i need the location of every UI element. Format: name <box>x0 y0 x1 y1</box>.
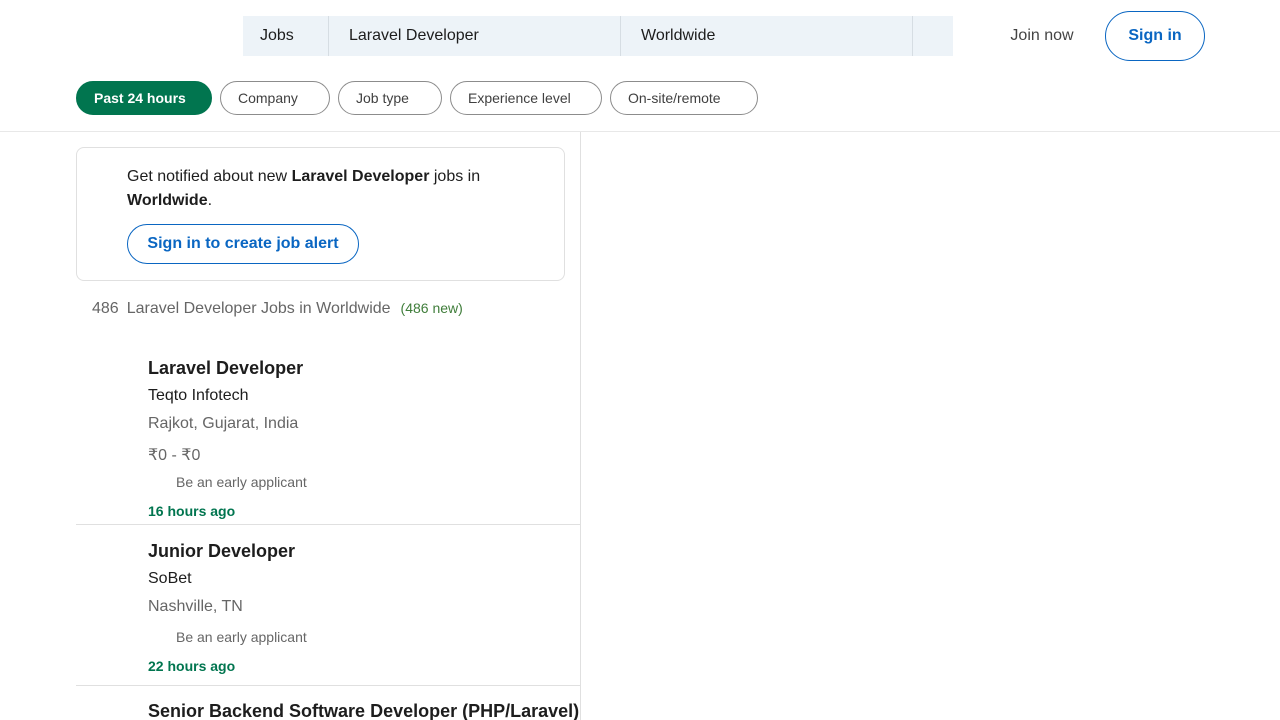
job-alert-text: Get notified about new Laravel Developer… <box>127 165 527 213</box>
search-type-selector[interactable]: Jobs <box>243 16 329 56</box>
create-job-alert-button[interactable]: Sign in to create job alert <box>127 224 359 264</box>
job-company[interactable]: Teqto Infotech <box>148 387 249 405</box>
results-number: 486 <box>92 300 119 317</box>
filter-on-site-remote[interactable]: On-site/remote <box>610 81 758 115</box>
job-title[interactable]: Senior Backend Software Developer (PHP/L… <box>148 701 579 720</box>
job-search-bar: Jobs Laravel Developer Worldwide <box>243 16 953 56</box>
job-card[interactable]: Junior Developer SoBet Nashville, TN Be … <box>76 525 580 686</box>
job-posted-time: 22 hours ago <box>148 658 236 674</box>
results-count: 486 Laravel Developer Jobs in Worldwide … <box>92 300 463 318</box>
search-type-label: Jobs <box>260 27 294 44</box>
job-alert-card: Get notified about new Laravel Developer… <box>76 147 565 281</box>
filter-job-type[interactable]: Job type <box>338 81 442 115</box>
keyword-value: Laravel Developer <box>349 27 479 44</box>
filter-past-24-hours[interactable]: Past 24 hours <box>76 81 212 115</box>
job-salary: ₹0 - ₹0 <box>148 447 201 464</box>
job-location: Rajkot, Gujarat, India <box>148 415 299 432</box>
search-submit-button[interactable] <box>913 16 953 56</box>
job-applicant-insight: Be an early applicant <box>176 629 307 645</box>
results-new-count: (486 new) <box>400 300 463 316</box>
job-location: Nashville, TN <box>148 598 243 615</box>
job-card[interactable]: Laravel Developer Teqto Infotech Rajkot,… <box>76 342 580 525</box>
keyword-search-input[interactable]: Laravel Developer <box>329 16 621 56</box>
alert-keyword: Laravel Developer <box>291 168 430 185</box>
job-applicant-insight: Be an early applicant <box>176 474 307 490</box>
page-header: Jobs Laravel Developer Worldwide Join no… <box>0 0 1280 132</box>
filter-experience-level[interactable]: Experience level <box>450 81 602 115</box>
alert-suffix: . <box>207 192 213 209</box>
alert-prefix: Get notified about new <box>127 168 292 185</box>
filter-bar: Past 24 hours Company Job type Experienc… <box>76 81 758 115</box>
job-title[interactable]: Laravel Developer <box>148 358 303 379</box>
job-company[interactable]: SoBet <box>148 570 192 588</box>
alert-location: Worldwide <box>127 192 208 209</box>
alert-middle: jobs in <box>429 168 481 185</box>
filter-company[interactable]: Company <box>220 81 330 115</box>
job-card[interactable]: Senior Backend Software Developer (PHP/L… <box>76 686 580 720</box>
job-results-column: Get notified about new Laravel Developer… <box>76 132 581 720</box>
job-posted-time: 16 hours ago <box>148 503 236 519</box>
location-value: Worldwide <box>641 27 716 44</box>
job-title[interactable]: Junior Developer <box>148 541 295 562</box>
sign-in-button[interactable]: Sign in <box>1105 11 1205 61</box>
results-label: Laravel Developer Jobs in Worldwide <box>126 300 391 317</box>
location-search-input[interactable]: Worldwide <box>621 16 913 56</box>
join-now-link[interactable]: Join now <box>992 16 1092 56</box>
